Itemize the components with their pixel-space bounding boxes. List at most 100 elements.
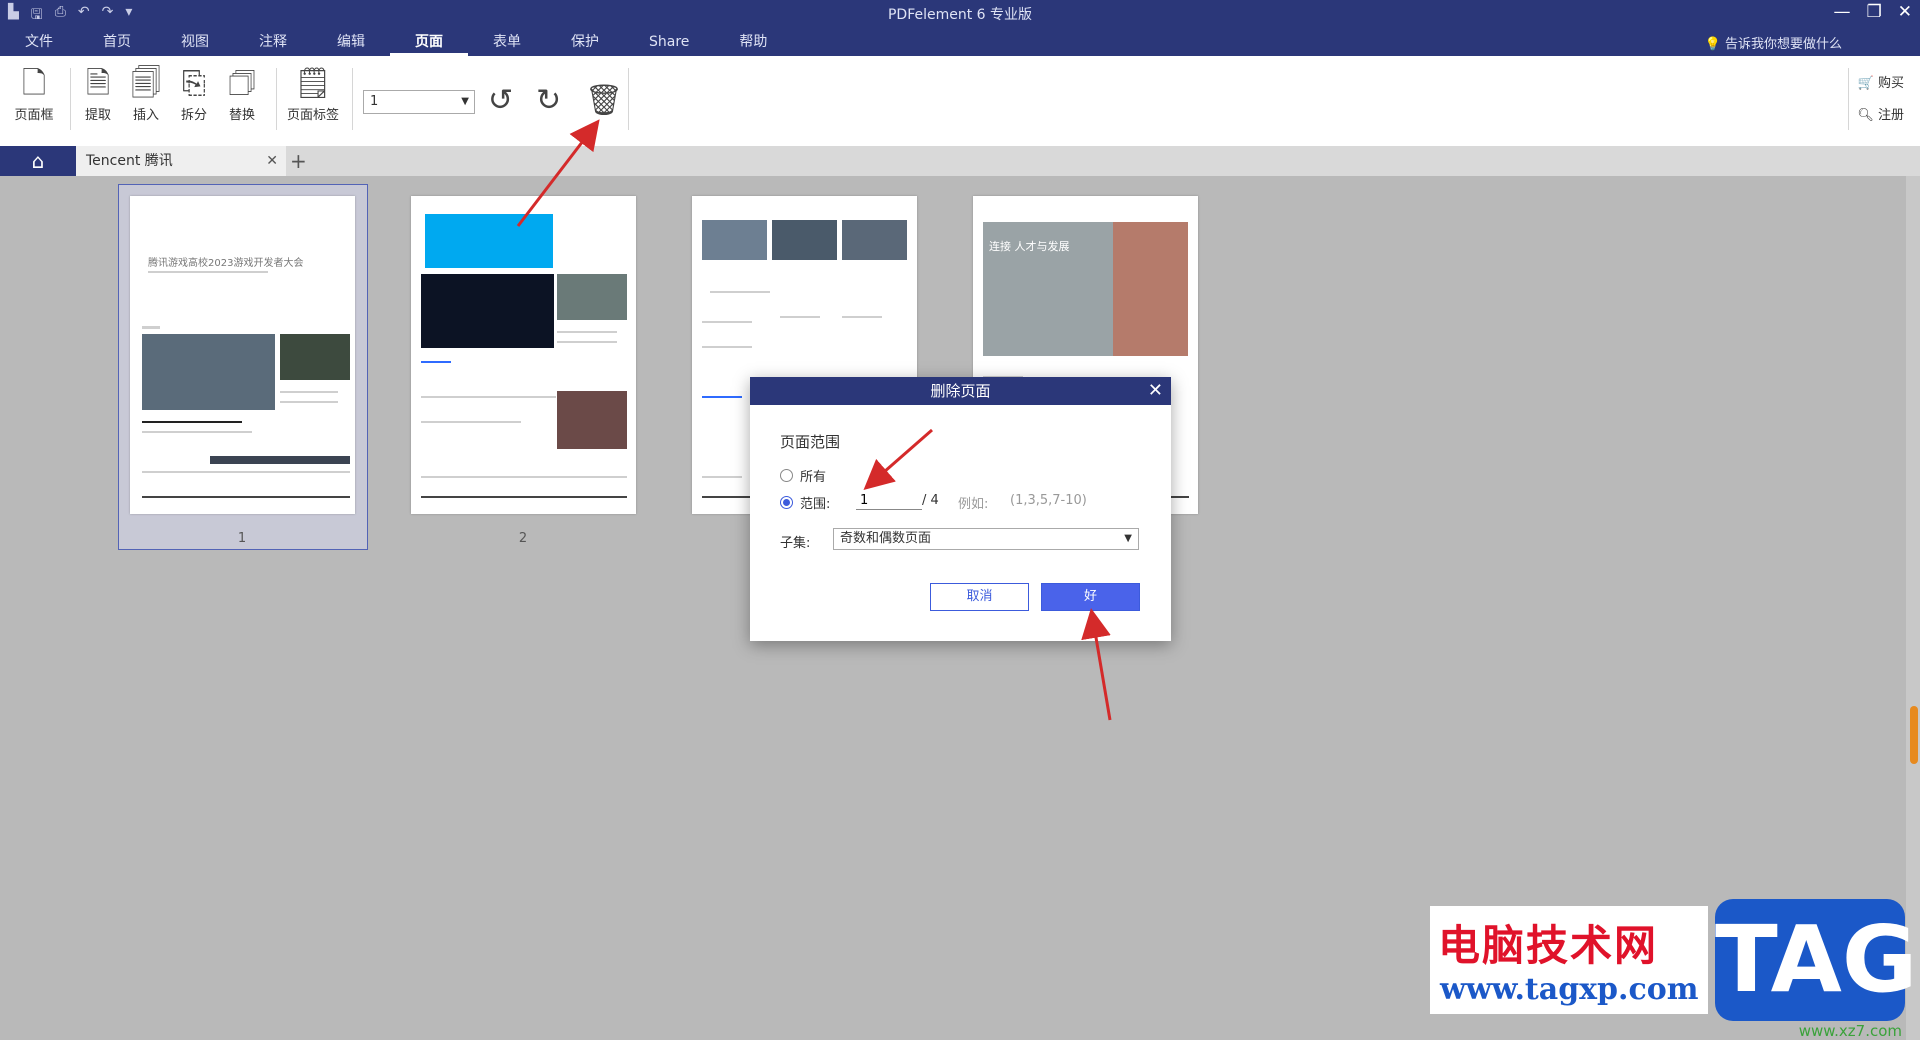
page-label-label: 页面标签 [286,108,339,123]
page-1-title: 腾讯游戏高校2023游戏开发者大会 [148,258,304,269]
register-button[interactable]: 🔍︎ 注册 [1857,104,1904,123]
document-tab[interactable]: Tencent 腾讯 ✕ [76,146,286,176]
close-tab-icon[interactable]: ✕ [266,146,278,176]
window-title: PDFelement 6 专业版 [887,7,1033,23]
tell-me-search[interactable]: 💡 告诉我你想要做什么 [1705,33,1842,52]
page-4-title: 连接 人才与发展 [989,240,1070,253]
rotate-right-icon[interactable]: ↻ [536,84,561,118]
text-line [421,421,521,423]
ribbon-divider [628,68,629,130]
page-frame-icon: 🗋 [21,66,47,101]
insert-label: 插入 [132,108,159,123]
example-label: 例如: [958,497,989,512]
text-line [780,316,820,318]
extract-label: 提取 [84,108,111,123]
text-line [842,316,882,318]
subset-dropdown[interactable]: 奇数和偶数页面 ▼ [833,528,1139,550]
cart-icon: 🛒 [1857,76,1874,91]
replace-button[interactable]: 🗇 替换 [218,66,266,123]
menu-share[interactable]: Share [624,30,714,56]
insert-icon: 🗐 [131,66,161,101]
menu-page[interactable]: 页面 [390,30,468,56]
photo-block [210,456,350,464]
text-line [421,496,627,498]
menu-home[interactable]: 首页 [78,30,156,56]
delete-page-icon[interactable]: 🗑 [585,84,623,118]
photo-block [702,220,767,260]
radio-range[interactable] [780,496,793,509]
buy-button[interactable]: 🛒 购买 [1858,72,1904,91]
photo-block [142,334,275,410]
buy-label: 购买 [1877,76,1904,91]
minimize-icon[interactable]: — [1834,2,1851,22]
watermark-cn-text: 电脑技术网 [1438,921,1659,970]
home-icon: ⌂ [31,149,45,173]
extract-icon: 🗎 [85,66,111,101]
menu-bar: 文件 首页 视图 注释 编辑 页面 表单 保护 Share 帮助 [0,30,792,56]
text-line [702,346,752,348]
chevron-down-icon: ▼ [461,96,469,107]
text-line [142,326,160,329]
text-line [142,421,242,423]
photo-block [557,274,627,320]
close-icon[interactable]: ✕ [1898,2,1912,22]
restore-icon[interactable]: ❐ [1867,2,1882,22]
page-1-preview[interactable]: 腾讯游戏高校2023游戏开发者大会 [130,196,355,514]
text-line [142,431,252,433]
replace-icon: 🗇 [228,66,256,101]
radio-all[interactable] [780,469,793,482]
menu-file[interactable]: 文件 [0,30,78,56]
insert-button[interactable]: 🗐 插入 [122,66,170,123]
dialog-header: 删除页面 ✕ [750,377,1171,405]
subset-value: 奇数和偶数页面 [840,531,932,546]
ribbon-divider [70,68,71,130]
add-tab-icon[interactable]: + [290,146,307,176]
page-range-heading: 页面范围 [780,433,841,451]
text-line [421,476,627,478]
split-label: 拆分 [180,108,207,123]
range-input[interactable] [856,491,922,510]
window-controls: — ❐ ✕ [1834,2,1913,22]
menu-form[interactable]: 表单 [468,30,546,56]
photo-block [842,220,907,260]
ribbon-divider [276,68,277,130]
watermark-url: www.tagxp.com [1440,972,1699,1007]
register-label: 注册 [1877,108,1904,123]
replace-label: 替换 [228,108,255,123]
text-line [557,341,617,343]
text-line [702,476,742,478]
text-line [142,471,350,473]
photo-block [1113,222,1188,356]
home-tab[interactable]: ⌂ [0,146,76,176]
extract-button[interactable]: 🗎 提取 [74,66,122,123]
watermark-tag-logo: TAG [1715,899,1917,1021]
ribbon-divider [1848,68,1849,130]
page-number-2: 2 [518,531,528,546]
menu-view[interactable]: 视图 [156,30,234,56]
radio-all-label: 所有 [800,470,827,485]
page-label-icon: 🗒 [293,66,333,101]
page-label-button[interactable]: 🗒 页面标签 [284,66,342,123]
page-select-dropdown[interactable]: 1 ▼ [363,90,475,114]
menu-edit[interactable]: 编辑 [312,30,390,56]
scrollbar-thumb[interactable] [1910,706,1918,764]
page-2-preview[interactable] [411,196,636,514]
rotate-left-icon[interactable]: ↺ [488,84,513,118]
text-line [280,401,338,403]
split-button[interactable]: ⎘ 拆分 [170,66,218,123]
page-frame-label: 页面框 [14,108,54,123]
menu-comment[interactable]: 注释 [234,30,312,56]
menu-protect[interactable]: 保护 [546,30,624,56]
ok-button[interactable]: 好 [1041,583,1140,611]
dialog-close-icon[interactable]: ✕ [1148,377,1163,405]
radio-range-label: 范围: [800,497,831,512]
page-number-1: 1 [237,531,247,546]
dialog-title: 删除页面 [930,382,991,400]
menu-help[interactable]: 帮助 [714,30,792,56]
ribbon: 🗋 页面框 🗎 提取 🗐 插入 ⎘ 拆分 🗇 替换 🗒 页面标签 1 ▼ ↺ ↻… [0,56,1920,147]
cancel-button[interactable]: 取消 [930,583,1029,611]
text-line [702,396,742,398]
split-icon: ⎘ [182,66,206,101]
page-frame-button[interactable]: 🗋 页面框 [10,66,58,123]
photo-block [772,220,837,260]
